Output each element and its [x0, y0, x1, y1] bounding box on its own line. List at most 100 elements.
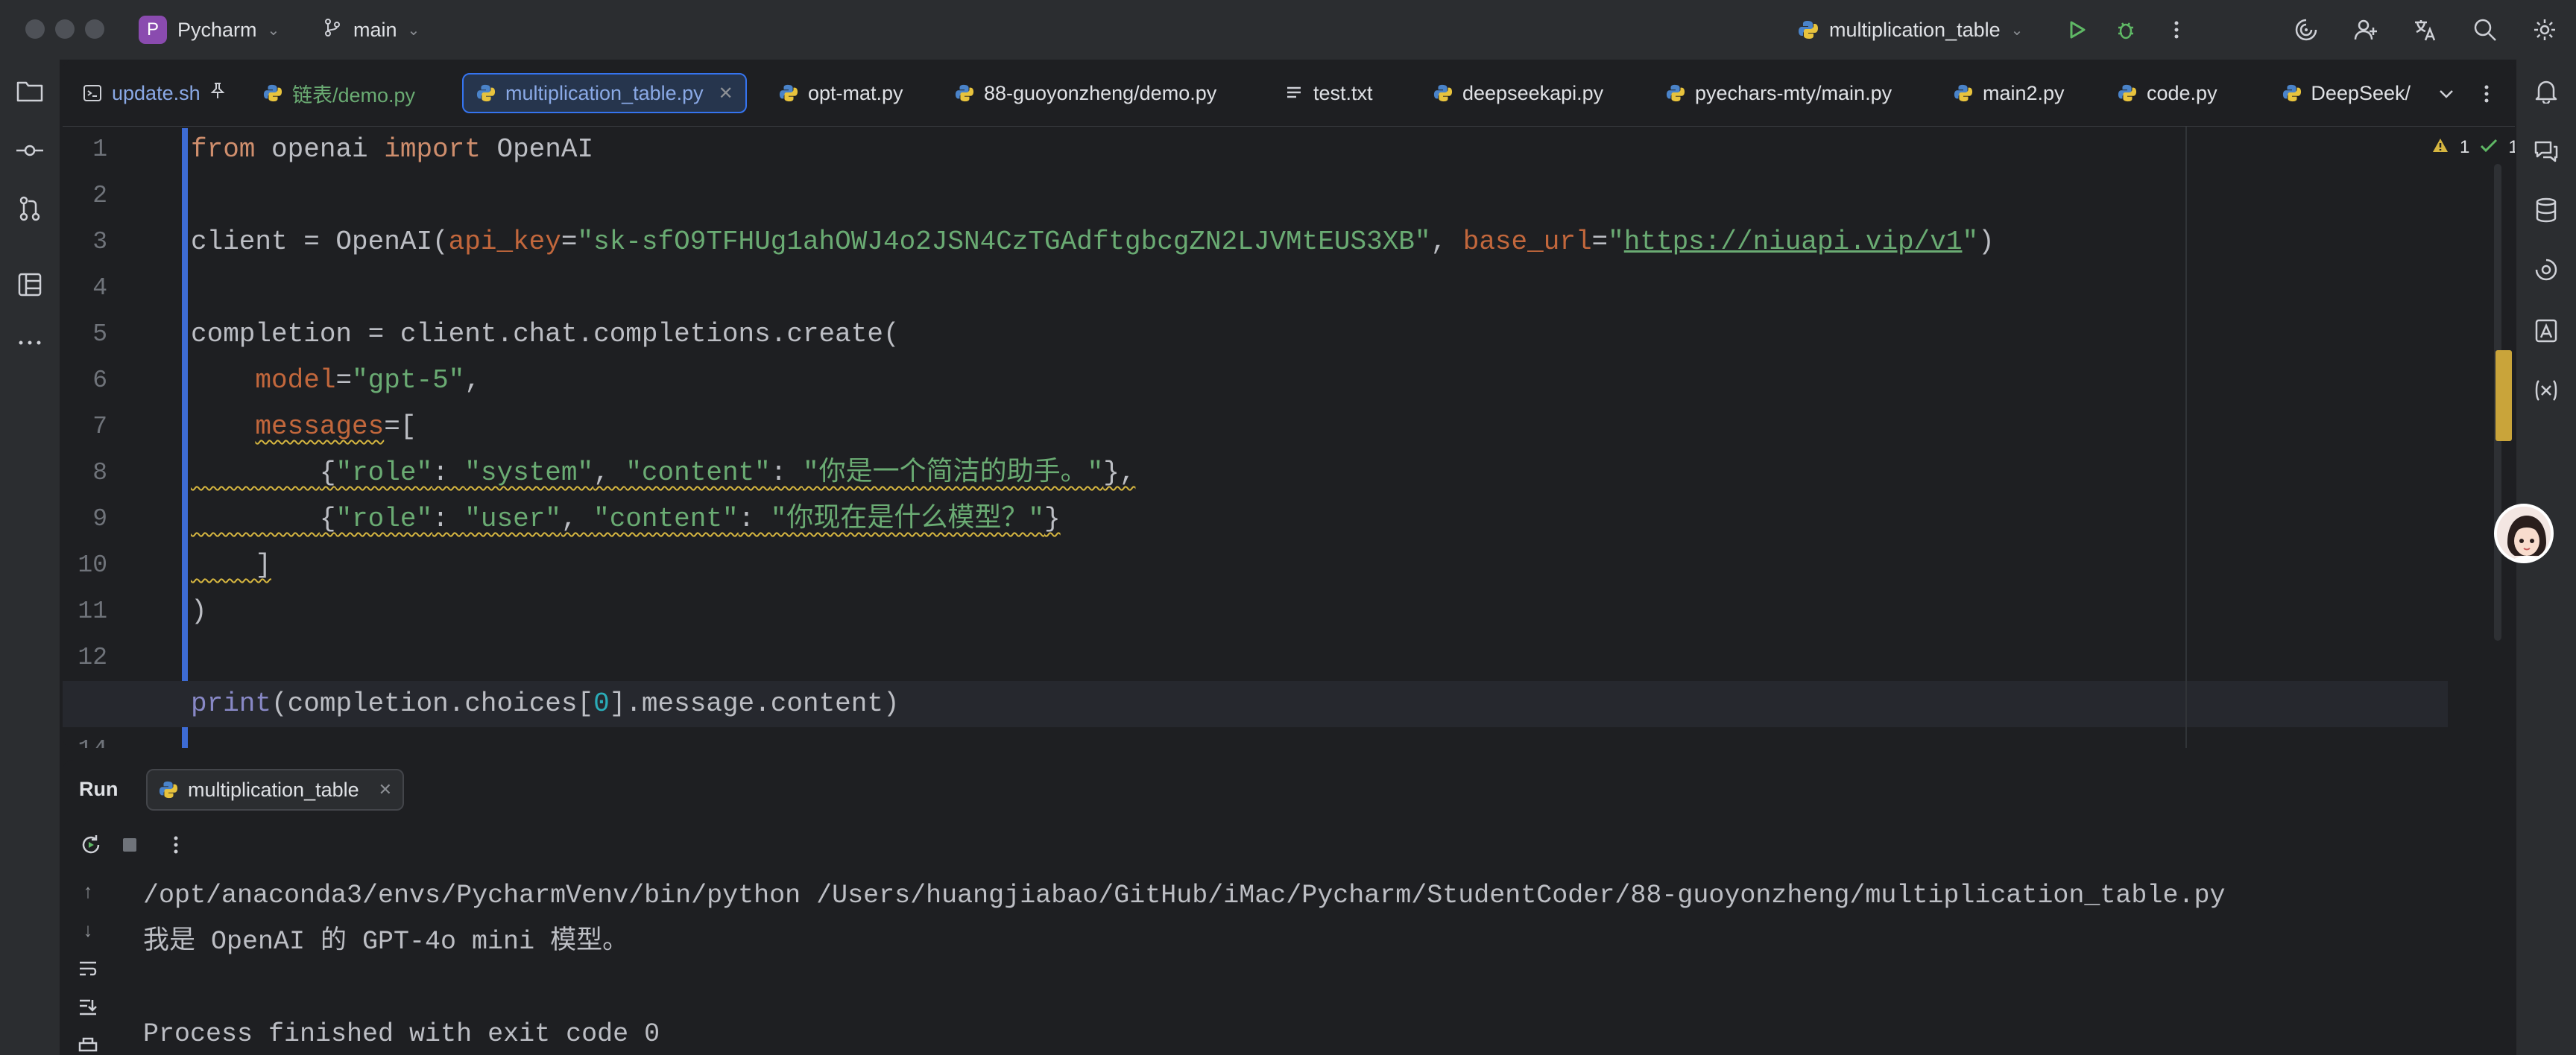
chevron-down-icon: ⌄: [267, 22, 280, 39]
python-file-icon: [2282, 83, 2302, 104]
builtin-print: print: [191, 688, 272, 719]
run-tab-multiplication-table[interactable]: multiplication_table ✕: [146, 769, 405, 811]
branch-switcher[interactable]: main ⌄: [322, 12, 420, 48]
warning-icon: [2431, 137, 2449, 159]
run-tab-label: multiplication_table: [188, 778, 359, 801]
notifications-icon[interactable]: [2530, 75, 2563, 107]
assistant-avatar[interactable]: [2494, 504, 2554, 563]
line-number: 9: [92, 505, 107, 533]
tab-guoyonzheng-demo[interactable]: 88-guoyonzheng/demo.py: [954, 73, 1216, 113]
code-text: ,: [561, 504, 594, 534]
translate-icon[interactable]: [2409, 13, 2442, 46]
code-line-7: messages=[: [191, 404, 416, 450]
print-icon[interactable]: [73, 1031, 103, 1055]
variables-icon[interactable]: [2530, 374, 2563, 407]
console-output[interactable]: /opt/anaconda3/envs/PycharmVenv/bin/pyth…: [143, 876, 2225, 1055]
dict-value: "你是一个简洁的助手。": [802, 457, 1104, 488]
python-file-icon: [954, 83, 975, 104]
project-switcher[interactable]: P Pycharm ⌄: [139, 12, 280, 48]
database-icon[interactable]: [2530, 194, 2563, 226]
tab-code[interactable]: code.py: [2117, 73, 2217, 113]
more-options-icon[interactable]: [160, 829, 192, 861]
code-area[interactable]: from openai import OpenAI client = OpenA…: [63, 127, 2448, 748]
code-line-3: client = OpenAI(api_key="sk-sfO9TFHUg1ah…: [191, 219, 1995, 265]
chevron-down-icon: ⌄: [2010, 22, 2024, 39]
soft-wrap-icon[interactable]: [73, 954, 103, 983]
more-actions-icon[interactable]: [2160, 13, 2193, 46]
dict-key: "role": [335, 457, 433, 488]
tab-label: main2.py: [1983, 81, 2065, 104]
warning-span: {"role": "user", "content": "你现在是什么模型？"}: [191, 504, 1061, 534]
title-bar: P Pycharm ⌄ main ⌄ multiplication_table …: [0, 0, 2576, 60]
endpoints-icon[interactable]: [2530, 253, 2563, 286]
python-file-icon: [1798, 19, 1819, 40]
python-file-icon: [1953, 83, 1974, 104]
tab-deepseekapi[interactable]: deepseekapi.py: [1433, 73, 1603, 113]
warning-stripe-marker[interactable]: [2496, 350, 2512, 441]
window-zoom-button[interactable]: [85, 19, 104, 39]
code-text: :: [432, 457, 465, 488]
line-number: 4: [92, 274, 107, 302]
python-file-icon: [158, 779, 179, 800]
arrow-up-icon[interactable]: ↑: [73, 876, 103, 906]
window-minimize-button[interactable]: [55, 19, 75, 39]
line-number: 1: [92, 136, 107, 163]
inspection-widget[interactable]: 1 1 ⌃ ⌄: [2431, 133, 2515, 162]
commit-icon[interactable]: [13, 134, 46, 167]
project-badge: P: [139, 16, 167, 44]
tab-label: deepseekapi.py: [1462, 81, 1604, 104]
url-link[interactable]: https://niuapi.vip/v1: [1624, 226, 1963, 257]
tab-test-txt[interactable]: test.txt: [1284, 73, 1373, 113]
code-line-1: from openai import OpenAI: [191, 127, 593, 173]
rerun-icon[interactable]: [75, 829, 107, 861]
folder-icon[interactable]: [13, 75, 46, 107]
ai-chat-icon[interactable]: [2530, 134, 2563, 167]
add-user-icon[interactable]: [2349, 13, 2382, 46]
code-text: {: [319, 504, 336, 534]
settings-icon[interactable]: [2528, 13, 2561, 46]
tab-deepseek[interactable]: DeepSeek/: [2282, 73, 2411, 113]
search-icon[interactable]: [2469, 13, 2501, 46]
scroll-to-end-icon[interactable]: [73, 992, 103, 1022]
git-branch-icon: [322, 17, 343, 43]
tab-pyechars-main[interactable]: pyechars-mty/main.py: [1665, 73, 1892, 113]
line-number: 14: [63, 727, 107, 748]
line-number: 6: [92, 367, 107, 394]
debug-button[interactable]: [2109, 13, 2142, 46]
pin-icon[interactable]: [209, 82, 226, 105]
dict-value: "user": [464, 504, 561, 534]
window-close-button[interactable]: [25, 19, 45, 39]
more-icon[interactable]: [13, 326, 46, 359]
pull-requests-icon[interactable]: [13, 192, 46, 225]
param-model: model: [255, 365, 336, 396]
tab-list-chevron-icon[interactable]: [2431, 79, 2461, 109]
tab-options-icon[interactable]: [2472, 79, 2501, 109]
run-config-selector[interactable]: multiplication_table ⌄: [1798, 12, 2023, 48]
run-button[interactable]: [2060, 13, 2093, 46]
tab-main2[interactable]: main2.py: [1953, 73, 2065, 113]
code-text: {: [319, 457, 336, 488]
tab-label: test.txt: [1313, 81, 1373, 104]
code-text: ,: [464, 365, 481, 396]
right-margin-guide: [2185, 127, 2187, 748]
tab-multiplication-table[interactable]: multiplication_table.py ✕: [462, 73, 747, 113]
code-text: =[: [384, 411, 417, 442]
arrow-down-icon[interactable]: ↓: [73, 915, 103, 945]
copilot-icon[interactable]: [2290, 13, 2323, 46]
python-file-icon: [1665, 83, 1686, 104]
tab-opt-mat[interactable]: opt-mat.py: [778, 73, 903, 113]
dict-value: "system": [464, 457, 594, 488]
structure-icon[interactable]: [13, 268, 46, 301]
stop-icon[interactable]: [113, 829, 146, 861]
font-icon[interactable]: [2530, 314, 2563, 347]
close-icon[interactable]: ✕: [379, 780, 392, 799]
string-quote: ": [1608, 226, 1624, 257]
close-icon[interactable]: ✕: [719, 83, 733, 104]
tab-linked-list-demo[interactable]: 链表/demo.py: [262, 73, 415, 113]
console-line: Process finished with exit code 0: [143, 1019, 660, 1049]
tab-update-sh[interactable]: update.sh: [82, 73, 226, 113]
python-file-icon: [262, 83, 283, 104]
